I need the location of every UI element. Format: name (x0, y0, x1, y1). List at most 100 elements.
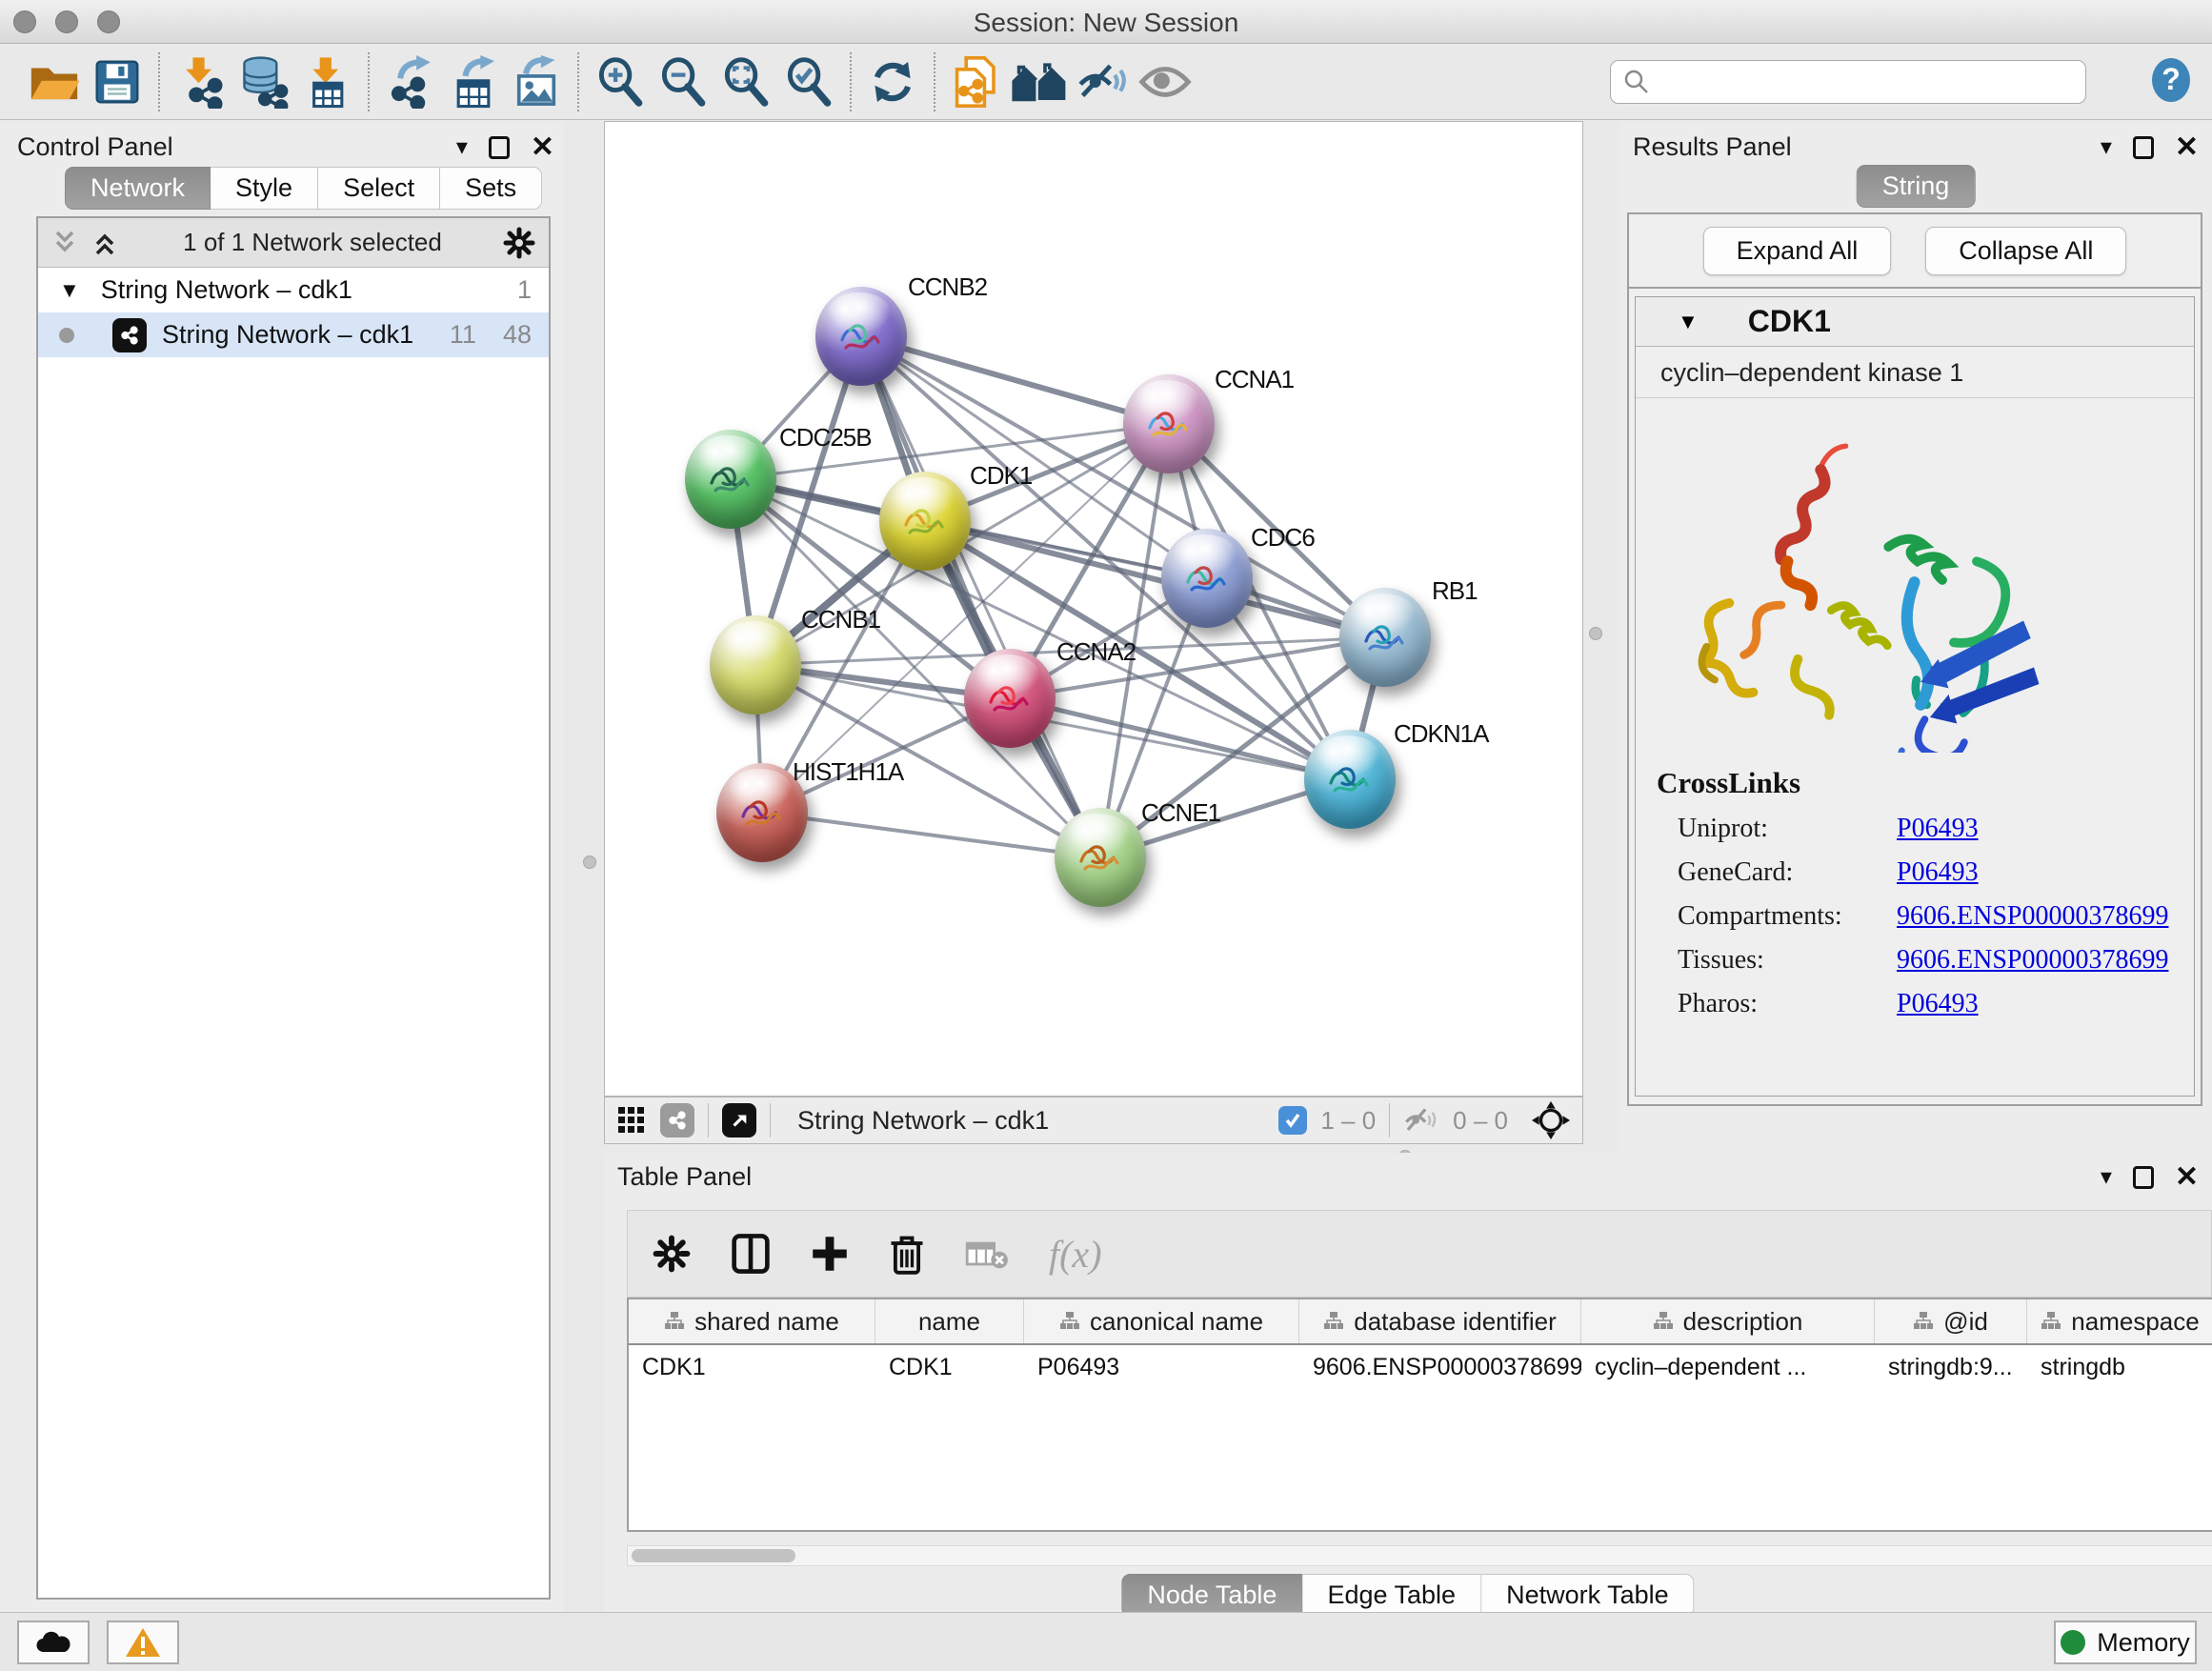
network-node-CCNA1[interactable] (1123, 374, 1215, 473)
zoom-fit-button[interactable] (714, 51, 777, 112)
string-home-button[interactable] (1008, 51, 1071, 112)
expand-all-button[interactable]: Expand All (1703, 227, 1892, 275)
network-node-CDC6[interactable] (1161, 529, 1253, 628)
function-builder-button[interactable]: f(x) (1049, 1232, 1102, 1277)
right-splitter-handle[interactable] (1589, 627, 1602, 640)
memory-button[interactable]: Memory (2054, 1621, 2197, 1664)
results-panel-float-button[interactable] (2133, 136, 2154, 159)
memory-label: Memory (2097, 1628, 2190, 1658)
collection-disclosure-triangle[interactable]: ▼ (59, 278, 80, 303)
tab-sets[interactable]: Sets (440, 167, 542, 210)
table-panel-title: Table Panel (617, 1162, 752, 1192)
apply-layout-button[interactable] (861, 51, 924, 112)
import-table-button[interactable] (295, 51, 358, 112)
expand-all-chevron-icon[interactable] (51, 229, 82, 257)
network-view-canvas[interactable]: CCNB2CCNA1CDC25BCDK1CDC6RB1CCNB1CCNA2CDK… (604, 121, 1583, 1097)
column-header-canonicalname[interactable]: canonical name (1024, 1299, 1299, 1343)
help-button[interactable]: ? (2147, 56, 2195, 109)
zoom-selected-button[interactable] (777, 51, 840, 112)
network-node-RB1[interactable] (1339, 588, 1431, 687)
tab-network-table[interactable]: Network Table (1481, 1574, 1695, 1617)
export-table-button[interactable] (442, 51, 505, 112)
crosslink-link[interactable]: P06493 (1897, 857, 1979, 888)
network-node-CCNB1[interactable] (710, 615, 801, 715)
table-panel-menu-button[interactable]: ▾ (2101, 1163, 2112, 1191)
birdseye-view-icon[interactable] (722, 1103, 756, 1137)
network-node-count: 11 (450, 320, 476, 350)
network-edges[interactable] (605, 122, 1582, 1096)
show-columns-icon[interactable] (731, 1233, 771, 1275)
column-header-id[interactable]: @id (1875, 1299, 2027, 1343)
tab-network[interactable]: Network (65, 167, 211, 210)
network-node-CDC25B[interactable] (685, 430, 776, 529)
crosslink-link[interactable]: P06493 (1897, 814, 1979, 844)
control-panel-float-button[interactable] (489, 136, 510, 159)
zoom-out-button[interactable] (652, 51, 714, 112)
delete-column-trash-icon[interactable] (889, 1233, 925, 1275)
table-panel-float-button[interactable] (2133, 1166, 2154, 1189)
collapse-all-button[interactable]: Collapse All (1925, 227, 2126, 275)
crosshair-icon[interactable] (1531, 1100, 1571, 1140)
tab-string[interactable]: String (1857, 165, 1976, 208)
table-row[interactable]: CDK1CDK1P064939606.ENSP00000378699cyclin… (629, 1345, 2212, 1389)
hide-glass-button[interactable] (1071, 51, 1134, 112)
tab-node-table[interactable]: Node Table (1121, 1574, 1302, 1617)
search-input[interactable] (1610, 60, 2086, 104)
results-panel-close-button[interactable]: ✕ (2175, 131, 2199, 164)
node-table: shared namenamecanonical namedatabase id… (627, 1298, 2212, 1532)
create-column-plus-icon[interactable] (811, 1235, 849, 1273)
control-panel-close-button[interactable]: ✕ (531, 131, 554, 164)
node-label-CDKN1A: CDKN1A (1394, 719, 1488, 749)
table-panel-close-button[interactable]: ✕ (2175, 1160, 2199, 1194)
results-panel-menu-button[interactable]: ▾ (2101, 133, 2112, 161)
column-header-description[interactable]: description (1581, 1299, 1875, 1343)
import-network-file-button[interactable] (170, 51, 232, 112)
delete-table-icon[interactable] (965, 1237, 1009, 1271)
table-cell: P06493 (1024, 1345, 1299, 1389)
annotation-mode-icon[interactable] (660, 1103, 694, 1137)
column-header-databaseidentifier[interactable]: database identifier (1299, 1299, 1581, 1343)
tab-edge-table[interactable]: Edge Table (1302, 1574, 1481, 1617)
control-panel-menu-button[interactable]: ▾ (456, 133, 468, 161)
clone-network-button[interactable] (945, 51, 1008, 112)
tab-select[interactable]: Select (318, 167, 440, 210)
network-row[interactable]: String Network – cdk1 11 48 (38, 312, 549, 357)
main-toolbar: ? (0, 45, 2212, 120)
column-header-namespace[interactable]: namespace (2027, 1299, 2212, 1343)
cloud-button[interactable] (17, 1621, 90, 1664)
gene-disclosure-triangle[interactable]: ▼ (1678, 310, 1699, 334)
table-horizontal-scrollbar[interactable] (627, 1545, 2212, 1566)
save-session-button[interactable] (86, 51, 149, 112)
selected-checkbox-icon[interactable] (1278, 1106, 1307, 1135)
crosslink-link[interactable]: P06493 (1897, 989, 1979, 1019)
import-network-from-database-button[interactable] (232, 51, 295, 112)
table-cell: CDK1 (629, 1345, 875, 1389)
column-header-name[interactable]: name (875, 1299, 1024, 1343)
left-splitter-handle[interactable] (583, 856, 596, 869)
node-protein-thumbnail (702, 451, 757, 510)
network-node-CDKN1A[interactable] (1304, 730, 1396, 829)
crosslink-link[interactable]: 9606.ENSP00000378699 (1897, 901, 2168, 932)
network-collection-row[interactable]: ▼ String Network – cdk1 1 (38, 268, 549, 312)
network-node-CCNA2[interactable] (964, 649, 1056, 748)
collapse-all-chevron-icon[interactable] (91, 229, 122, 257)
network-node-CCNE1[interactable] (1055, 808, 1146, 907)
zoom-in-button[interactable] (589, 51, 652, 112)
network-node-CCNB2[interactable] (815, 287, 907, 386)
show-glass-button[interactable] (1134, 51, 1196, 112)
cloud-icon (34, 1629, 72, 1656)
hidden-eye-icon[interactable] (1403, 1106, 1439, 1135)
grid-view-icon[interactable] (616, 1105, 647, 1136)
warnings-button[interactable] (107, 1621, 179, 1664)
open-session-button[interactable] (23, 51, 86, 112)
tab-style[interactable]: Style (211, 167, 318, 210)
table-settings-gear-icon[interactable] (653, 1235, 691, 1273)
crosslink-label: Uniprot: (1678, 814, 1897, 844)
network-node-CDK1[interactable] (879, 472, 971, 571)
export-network-button[interactable] (379, 51, 442, 112)
node-label-CCNA1: CCNA1 (1215, 365, 1294, 394)
gear-icon[interactable] (503, 227, 535, 259)
column-header-sharedname[interactable]: shared name (629, 1299, 875, 1343)
crosslink-link[interactable]: 9606.ENSP00000378699 (1897, 945, 2168, 976)
export-image-button[interactable] (505, 51, 568, 112)
